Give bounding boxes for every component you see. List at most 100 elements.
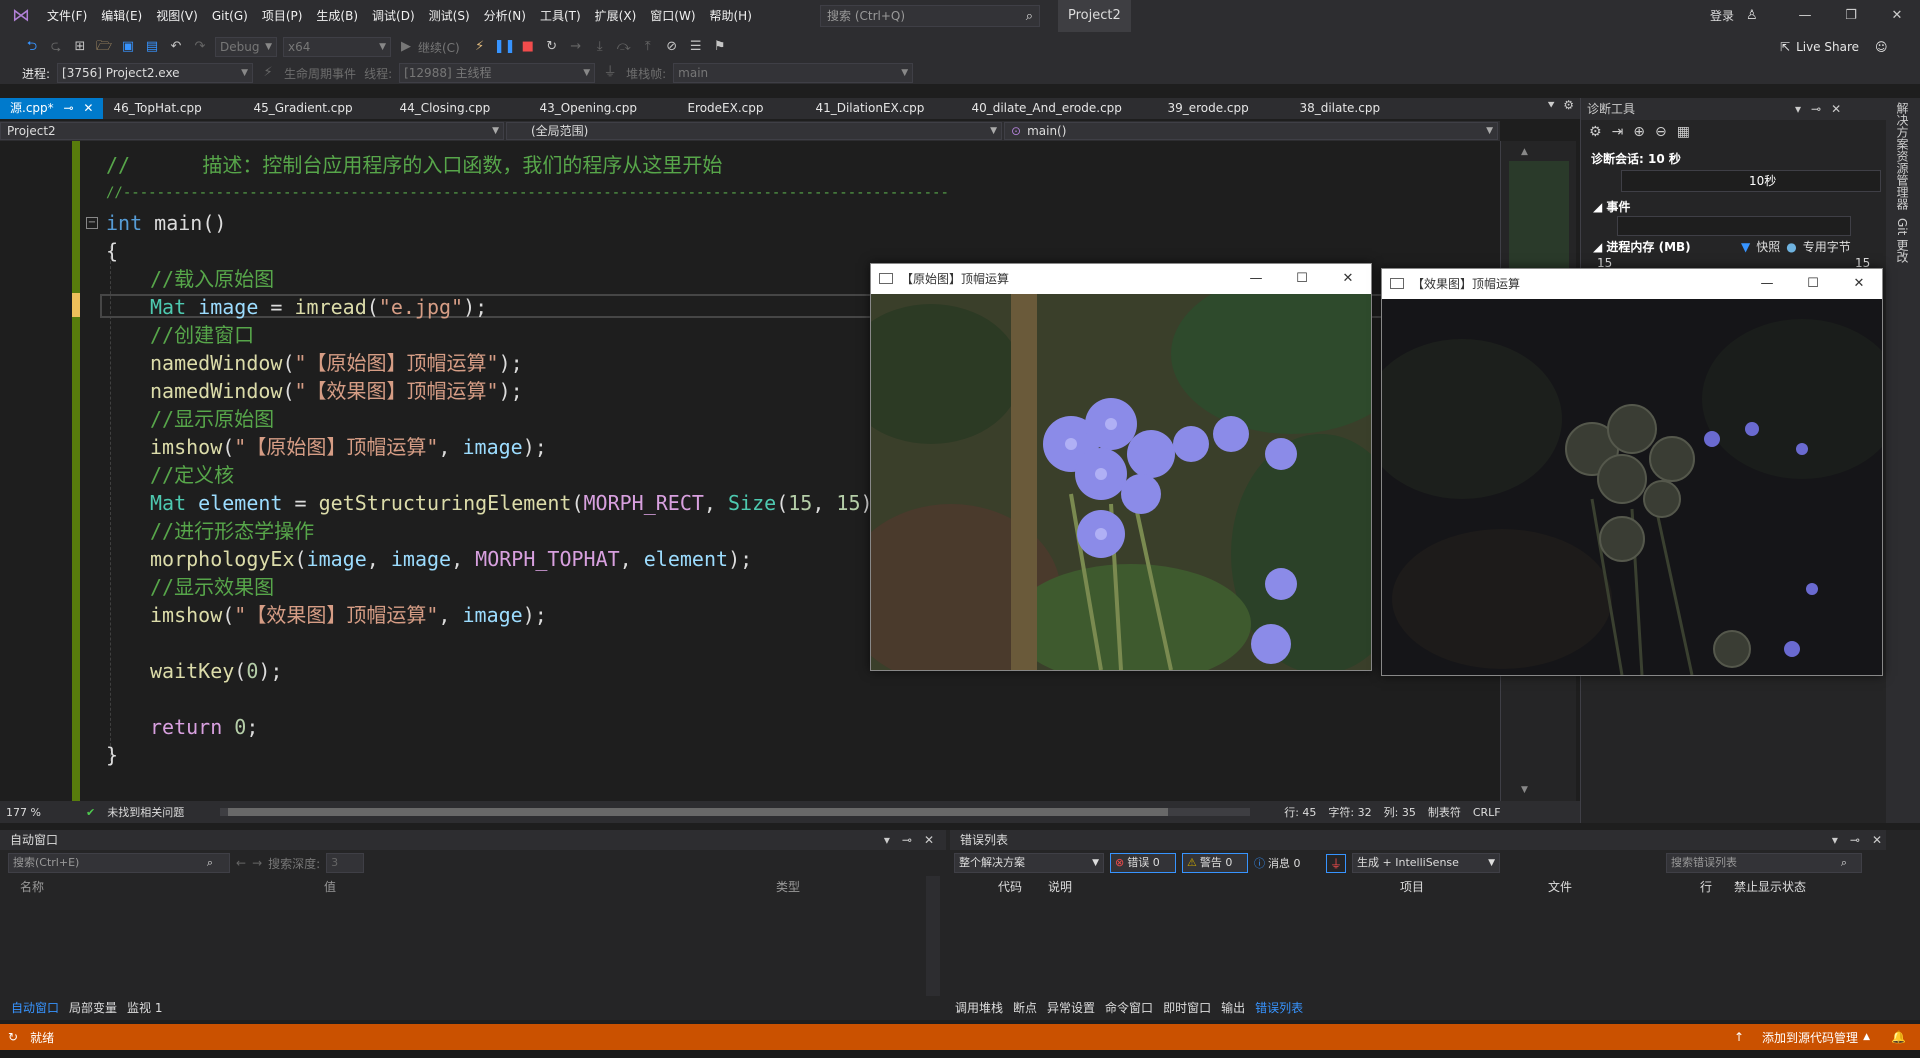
minimize-icon[interactable]: —	[1782, 0, 1828, 32]
continue-icon[interactable]: ▶	[396, 37, 416, 57]
scope-select[interactable]: (全局范围) ▼	[506, 122, 1002, 140]
events-track[interactable]	[1617, 216, 1851, 236]
clear-filter-icon[interactable]: ⏚	[1326, 853, 1347, 873]
pause-icon[interactable]: ❚❚	[494, 37, 516, 57]
platform-select[interactable]: x64 ▼	[283, 37, 391, 57]
tab-locals[interactable]: 局部变量	[64, 998, 122, 1018]
git-changes-tab[interactable]: Git 更改	[1894, 218, 1911, 263]
close-icon[interactable]: ✕	[1836, 269, 1882, 299]
col-indicator[interactable]: 列: 35	[1378, 804, 1422, 820]
minimize-icon[interactable]: —	[1233, 264, 1279, 294]
thread-select[interactable]: [12988] 主线程 ▼	[399, 63, 596, 83]
tab-output[interactable]: 输出	[1216, 998, 1250, 1018]
tab-erode[interactable]: 39_erode.cpp	[1157, 98, 1289, 119]
gear-icon[interactable]: ⚙	[1563, 98, 1574, 112]
collapse-icon[interactable]: −	[86, 217, 98, 229]
lifecycle-icon[interactable]: ⚡	[258, 63, 278, 83]
open-icon[interactable]: 🗁	[94, 37, 114, 57]
autos-search-input[interactable]: 搜索(Ctrl+E) ⌕	[8, 853, 230, 873]
comment-icon[interactable]: ☰	[686, 37, 706, 57]
column-file[interactable]: 文件	[1548, 878, 1700, 895]
tab-closing[interactable]: 44_Closing.cpp	[389, 98, 529, 119]
maximize-icon[interactable]: ☐	[1279, 264, 1325, 294]
save-all-icon[interactable]: ▤	[142, 37, 162, 57]
close-tab-icon[interactable]: ✕	[83, 101, 93, 115]
zoom-in-icon[interactable]: ⊕	[1633, 124, 1645, 140]
char-indicator[interactable]: 字符: 32	[1322, 804, 1377, 820]
solution-explorer-tab[interactable]: 解决方案资源管理器	[1894, 102, 1911, 210]
errors-filter-button[interactable]: ⊗ 错误 0	[1110, 853, 1176, 873]
user-icon[interactable]: ♙	[1746, 8, 1758, 23]
pin-icon[interactable]: ⊸	[1811, 102, 1821, 116]
undo-icon[interactable]: ↶	[166, 37, 186, 57]
tab-gradient[interactable]: 45_Gradient.cpp	[243, 98, 389, 119]
new-item-icon[interactable]: ⊞	[70, 37, 90, 57]
line-indicator[interactable]: 行: 45	[1278, 804, 1322, 820]
notification-icon[interactable]: 🔔	[1891, 1030, 1906, 1044]
show-next-statement-icon[interactable]: →	[566, 37, 586, 57]
chevron-down-icon[interactable]: ▾	[1832, 833, 1838, 847]
export-icon[interactable]: ⇥	[1612, 124, 1624, 140]
column-value[interactable]: 值	[324, 878, 776, 895]
horizontal-scrollbar[interactable]	[220, 808, 1251, 816]
stack-frame-select[interactable]: main ▼	[673, 63, 914, 83]
tab-autos[interactable]: 自动窗口	[6, 998, 64, 1018]
warnings-filter-button[interactable]: ⚠ 警告 0	[1182, 853, 1248, 873]
pin-icon[interactable]: ⊸	[902, 833, 912, 847]
tab-watch[interactable]: 监视 1	[122, 998, 167, 1018]
hot-reload-icon[interactable]: ⚡	[470, 37, 490, 57]
column-description[interactable]: 说明	[1048, 878, 1400, 895]
pin-icon[interactable]: ⊸	[1850, 833, 1860, 847]
tab-opening[interactable]: 43_Opening.cpp	[529, 98, 677, 119]
menu-test[interactable]: 测试(S)	[422, 0, 477, 32]
window-titlebar[interactable]: 【效果图】顶帽运算 — ☐ ✕	[1382, 269, 1882, 299]
lifecycle-events[interactable]: 生命周期事件	[280, 65, 360, 82]
issues-indicator[interactable]: 未找到相关问题	[101, 804, 190, 820]
forward-icon[interactable]: →	[252, 856, 262, 870]
configuration-select[interactable]: Debug ▼	[215, 37, 277, 57]
tab-tophat[interactable]: 46_TopHat.cpp	[103, 98, 243, 119]
column-line[interactable]: 行	[1700, 878, 1734, 895]
chevron-up-icon[interactable]: ▲	[1863, 1032, 1870, 1042]
reset-zoom-icon[interactable]: ▦	[1677, 124, 1690, 140]
menu-analyze[interactable]: 分析(N)	[477, 0, 533, 32]
column-name[interactable]: 名称	[20, 878, 324, 895]
eol-indicator[interactable]: CRLF	[1467, 806, 1507, 819]
function-select[interactable]: ⊙ main() ▼	[1004, 122, 1498, 140]
window-titlebar[interactable]: 【原始图】顶帽运算 — ☐ ✕	[871, 264, 1371, 294]
step-into-icon[interactable]: ⤓	[590, 37, 610, 57]
redo-icon[interactable]: ↷	[190, 37, 210, 57]
indent-indicator[interactable]: 制表符	[1422, 804, 1467, 820]
tab-command-window[interactable]: 命令窗口	[1100, 998, 1158, 1018]
bookmark-icon[interactable]: ⚑	[710, 37, 730, 57]
tab-dilate-and-erode[interactable]: 40_dilate_And_erode.cpp	[961, 98, 1157, 119]
tab-immediate-window[interactable]: 即时窗口	[1158, 998, 1216, 1018]
column-suppression[interactable]: 禁止显示状态	[1734, 878, 1806, 895]
zoom-out-icon[interactable]: ⊖	[1655, 124, 1667, 140]
minimize-icon[interactable]: —	[1744, 269, 1790, 299]
tab-error-list[interactable]: 错误列表	[1250, 998, 1308, 1018]
tab-overflow-icon[interactable]: ⯆	[1546, 98, 1556, 113]
add-to-source-control[interactable]: 添加到源代码管理	[1762, 1029, 1858, 1046]
settings-icon[interactable]: ⚙	[1589, 124, 1602, 140]
close-icon[interactable]: ✕	[1874, 0, 1920, 32]
search-depth-select[interactable]: 3	[326, 853, 365, 873]
step-out-icon[interactable]: ⤒	[638, 37, 658, 57]
stop-icon[interactable]: ■	[518, 37, 538, 57]
build-source-select[interactable]: 生成 + IntelliSense ▼	[1352, 853, 1501, 873]
save-icon[interactable]: ▣	[118, 37, 138, 57]
chevron-down-icon[interactable]: ▾	[1795, 102, 1801, 116]
menu-edit[interactable]: 编辑(E)	[94, 0, 149, 32]
column-code[interactable]: 代码	[998, 878, 1048, 895]
column-project[interactable]: 项目	[1400, 878, 1548, 895]
pin-icon[interactable]: ⊸	[63, 101, 73, 115]
zoom-level[interactable]: 177 %	[0, 806, 60, 819]
tab-exception-settings[interactable]: 异常设置	[1042, 998, 1100, 1018]
menu-window[interactable]: 窗口(W)	[643, 0, 702, 32]
tab-source-cpp[interactable]: 源.cpp* ⊸ ✕	[0, 98, 104, 119]
step-over-icon[interactable]: ⤼	[614, 37, 634, 57]
tab-dilationex[interactable]: 41_DilationEX.cpp	[805, 98, 961, 119]
filter-icon[interactable]: ⏚	[600, 63, 620, 83]
back-icon[interactable]: ⮌	[22, 37, 42, 57]
tab-dilate[interactable]: 38_dilate.cpp	[1289, 98, 1390, 119]
